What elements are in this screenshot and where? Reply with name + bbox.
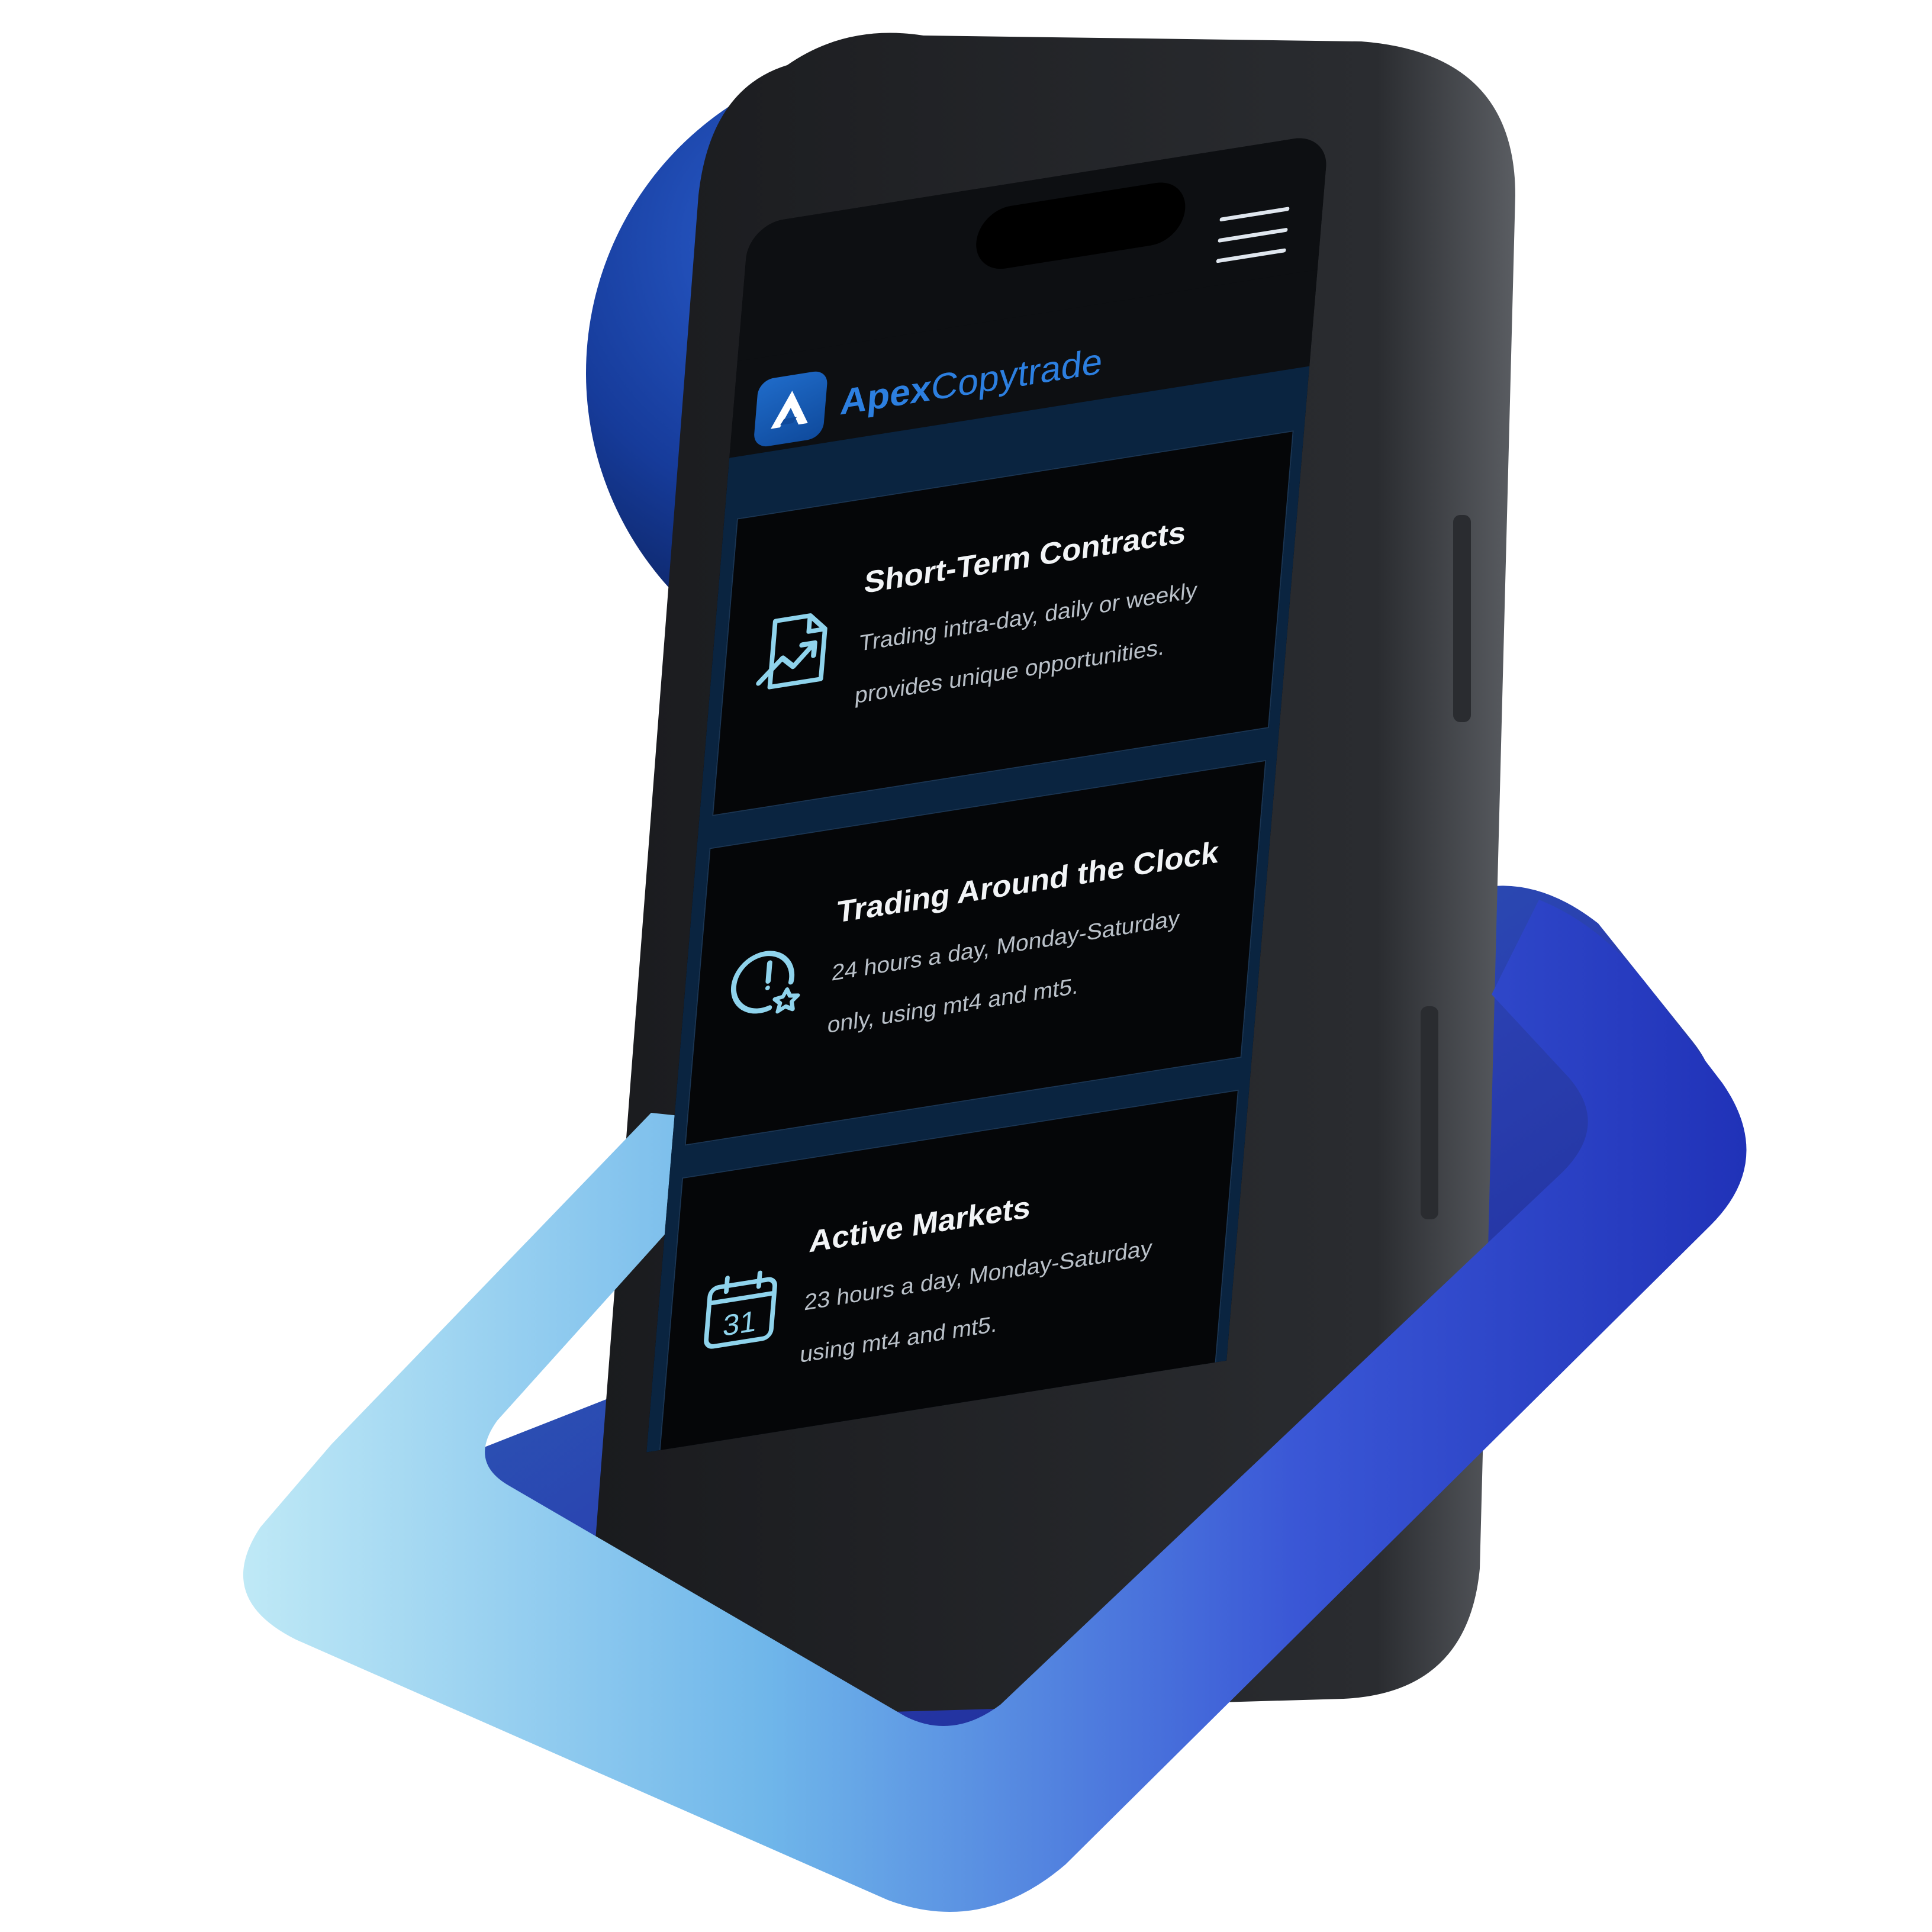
feature-card-around-clock: Trading Around the Clock 24 hours a day,… bbox=[684, 759, 1267, 1146]
brand-name-part1: Apex bbox=[839, 367, 933, 423]
menu-line bbox=[1218, 227, 1288, 243]
features-section: Short-Term Contracts Trading intra-day, … bbox=[646, 366, 1310, 1453]
product-mockup-scene: ApexCopytrade Short-Term Contracts Tradi… bbox=[0, 0, 1932, 1932]
menu-line bbox=[1219, 207, 1290, 222]
clock-star-icon bbox=[730, 951, 800, 1014]
feature-card-short-term: Short-Term Contracts Trading intra-day, … bbox=[712, 430, 1294, 816]
menu-line bbox=[1216, 248, 1286, 263]
dynamic-island bbox=[974, 178, 1188, 273]
apex-logo-icon[interactable] bbox=[753, 369, 829, 449]
phone-side-button bbox=[1421, 1006, 1438, 1219]
calendar-icon: 31 bbox=[704, 1270, 777, 1349]
apex-logo-mark bbox=[771, 391, 808, 429]
phone-side-button bbox=[1453, 515, 1471, 722]
calendar-day-number: 31 bbox=[722, 1304, 758, 1342]
phone-screen: ApexCopytrade Short-Term Contracts Tradi… bbox=[646, 133, 1329, 1453]
brand-name-part2: Copytrade bbox=[929, 340, 1105, 408]
chart-document-icon bbox=[756, 613, 827, 690]
hamburger-menu-icon[interactable] bbox=[1216, 207, 1290, 263]
